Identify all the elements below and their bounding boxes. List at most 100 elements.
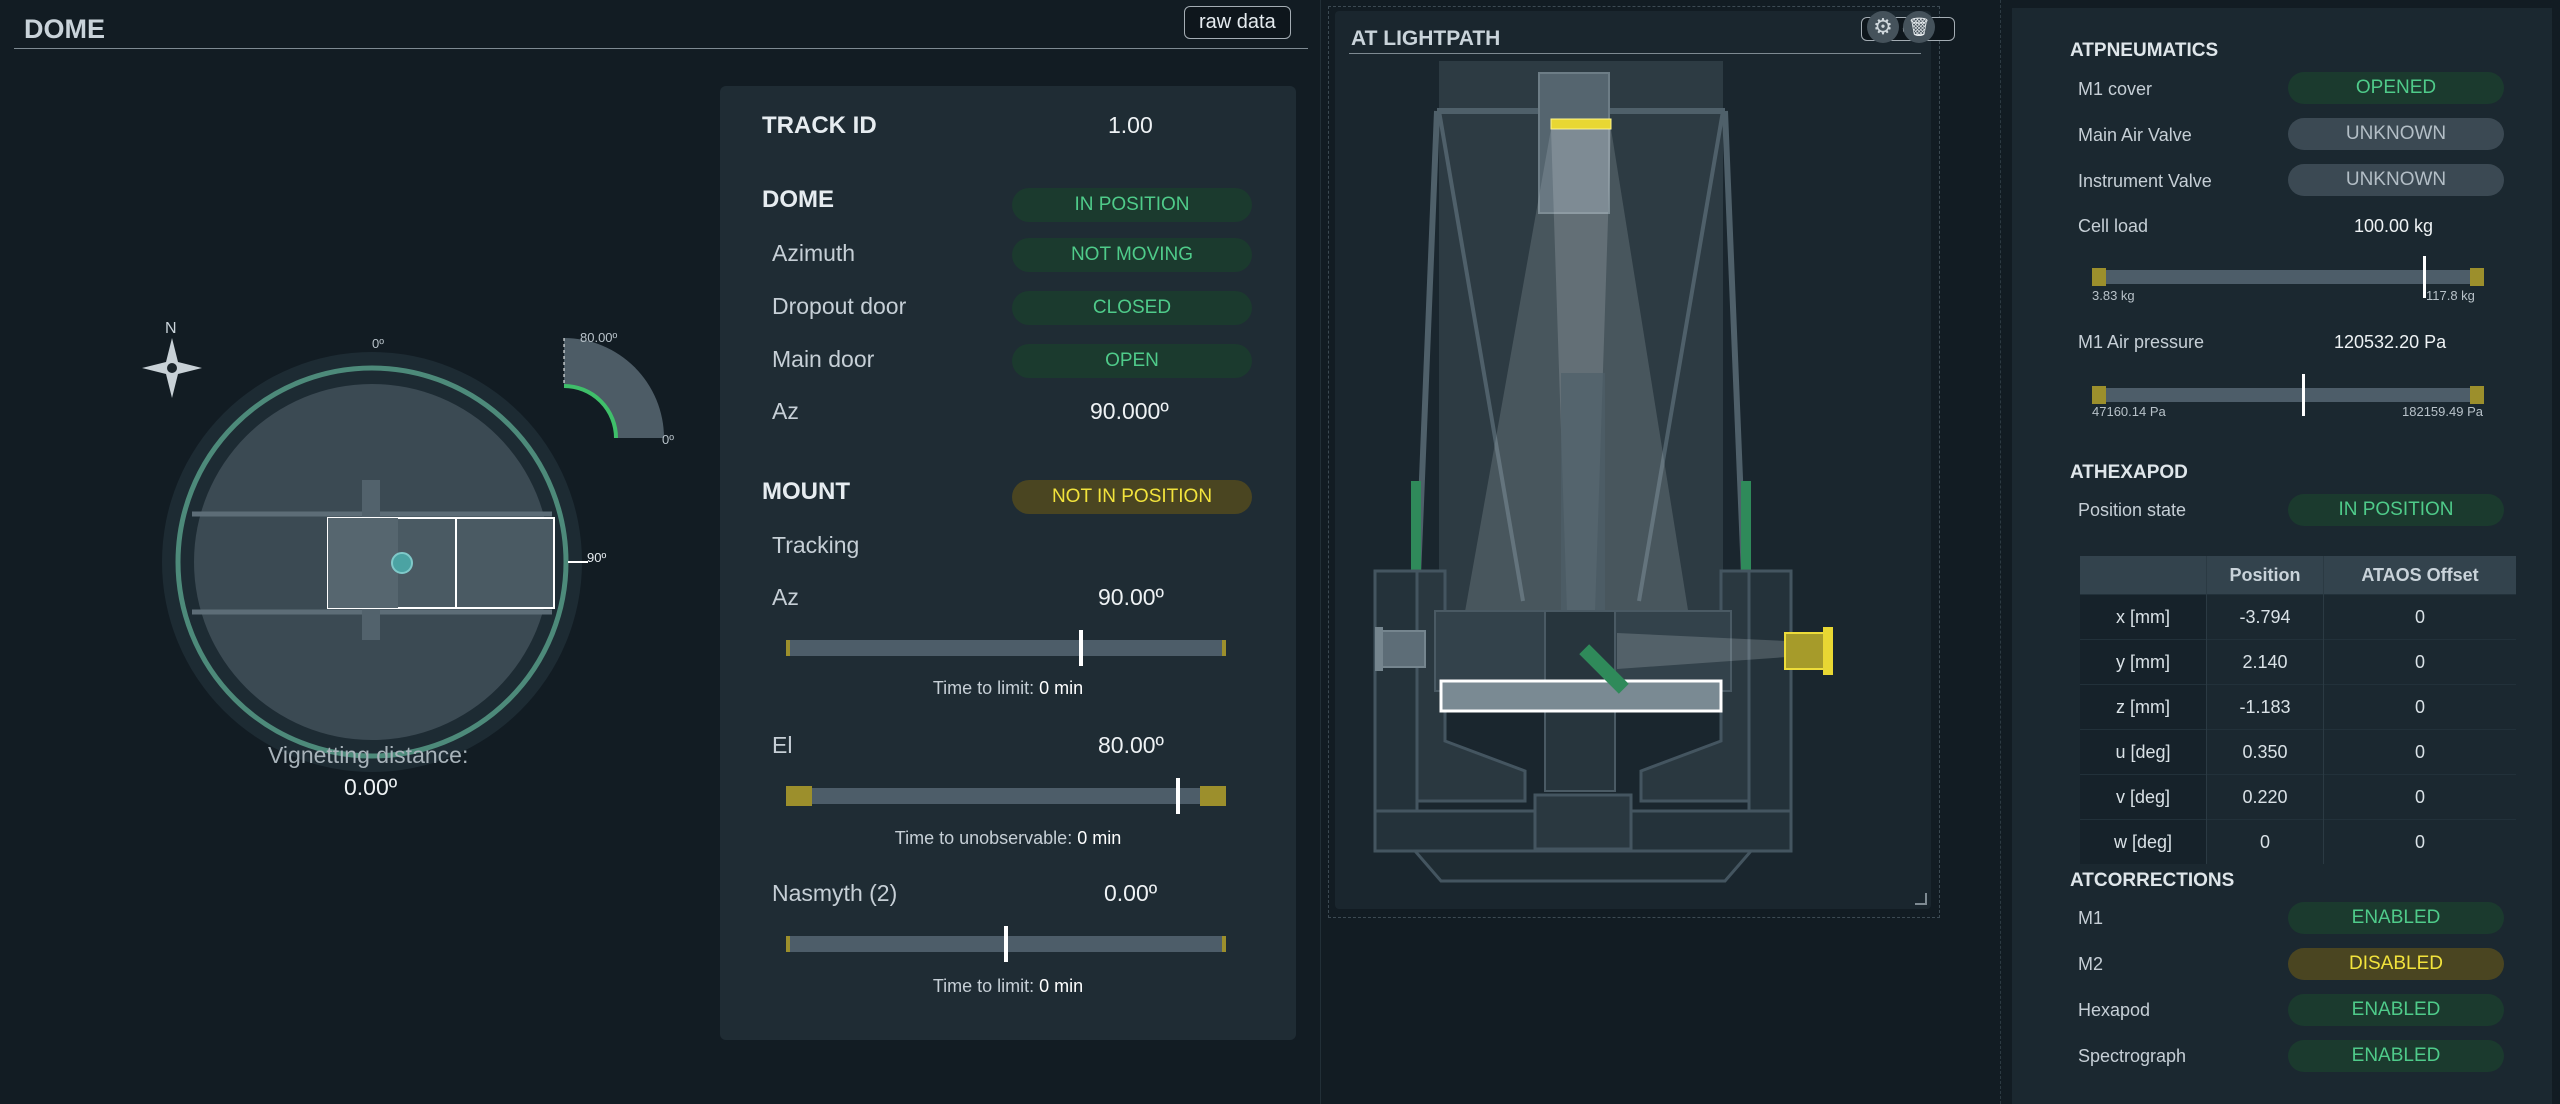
table-cell: 0 — [2323, 639, 2516, 685]
correction-m2-badge: DISABLED — [2288, 948, 2504, 980]
vignetting-label: Vignetting distance: — [268, 742, 469, 768]
table-cell: v [deg] — [2080, 774, 2207, 820]
table-cell: -3.794 — [2206, 594, 2324, 640]
dome-heading: DOME — [762, 186, 834, 213]
nasmyth-label: Nasmyth (2) — [772, 880, 898, 906]
table-header-cell: Position — [2206, 556, 2324, 595]
dome-raw-data-button[interactable]: raw data — [1184, 6, 1291, 39]
table-row: x [mm] -3.794 0 — [2080, 594, 2516, 640]
hexapod-table: Position ATAOS Offset x [mm] -3.794 0 y … — [2080, 556, 2516, 864]
instrument-valve-label: Instrument Valve — [2078, 171, 2212, 191]
dome-az-value: 90.000º — [1090, 398, 1169, 424]
table-cell: u [deg] — [2080, 729, 2207, 775]
table-row: w [deg] 0 0 — [2080, 819, 2516, 864]
correction-spectrograph-badge: ENABLED — [2288, 1040, 2504, 1072]
table-cell: -1.183 — [2206, 684, 2324, 730]
el-time-value: 0 min — [1077, 828, 1122, 848]
mount-az-time-value: 0 min — [1039, 678, 1084, 698]
nasmyth-time-value: 0 min — [1039, 976, 1084, 996]
cell-load-bar — [2092, 256, 2484, 298]
dome-tick-90: 90º — [587, 550, 607, 565]
el-bar-max-cap — [1200, 786, 1226, 806]
mount-az-bar-max-cap — [1222, 640, 1226, 656]
table-cell: y [mm] — [2080, 639, 2207, 685]
track-id-label: TRACK ID — [762, 112, 877, 139]
gear-icon[interactable]: ⚙ — [1867, 11, 1899, 43]
dome-title-underline — [14, 48, 1308, 49]
correction-m1-badge: ENABLED — [2288, 902, 2504, 934]
instrument-valve-badge: UNKNOWN — [2288, 164, 2504, 196]
cell-load-label: Cell load — [2078, 216, 2149, 236]
hexapod-heading: ATHEXAPOD — [2070, 462, 2188, 483]
m1-pressure-max: 182159.49 Pa — [2402, 404, 2483, 419]
cell-load-value: 100.00 kg — [2354, 216, 2434, 236]
resize-handle-icon[interactable] — [1915, 893, 1927, 905]
track-id-value: 1.00 — [1108, 112, 1153, 138]
el-time-row: Time to unobservable: 0 min — [720, 828, 1296, 849]
el-limit-bar — [786, 778, 1226, 814]
el-label: El — [772, 732, 793, 758]
el-value: 80.00º — [1098, 732, 1164, 758]
cell-load-max-cap — [2470, 268, 2484, 286]
main-door-label: Main door — [772, 346, 875, 372]
mount-az-bar-min-cap — [786, 640, 790, 656]
table-row: v [deg] 0.220 0 — [2080, 774, 2516, 820]
mount-az-value: 90.00º — [1098, 584, 1164, 610]
dome-azimuth-dial — [162, 338, 664, 772]
status-card: TRACK ID 1.00 DOME IN POSITION Azimuth N… — [720, 86, 1296, 1040]
telescope-lightpath-diagram — [1373, 61, 1833, 883]
mount-az-label: Az — [772, 584, 799, 610]
mount-az-time-label: Time to limit: — [932, 678, 1035, 698]
elevation-tick-80: 80.00º — [580, 330, 618, 345]
table-cell: 0 — [2323, 729, 2516, 775]
nasmyth-bar-min-cap — [786, 936, 790, 952]
table-cell: 0.220 — [2206, 774, 2324, 820]
trash-icon[interactable]: 🗑 — [1903, 11, 1935, 43]
corrections-heading: ATCORRECTIONS — [2070, 870, 2235, 891]
right-panel: ATPNEUMATICS M1 cover OPENED Main Air Va… — [2012, 8, 2552, 1104]
panel-divider-right — [2000, 0, 2002, 1104]
mount-az-marker — [1078, 630, 1083, 666]
table-cell: 0.350 — [2206, 729, 2324, 775]
dropout-door-label: Dropout door — [772, 293, 907, 319]
main-air-valve-badge: UNKNOWN — [2288, 118, 2504, 150]
azimuth-label: Azimuth — [772, 240, 856, 266]
correction-spectrograph-label: Spectrograph — [2078, 1046, 2187, 1066]
cell-load-min: 3.83 kg — [2092, 288, 2135, 303]
m1-pressure-max-cap — [2470, 386, 2484, 404]
m1-cover-badge: OPENED — [2288, 72, 2504, 104]
m1-air-pressure-value: 120532.20 Pa — [2334, 332, 2447, 352]
table-cell: 0 — [2323, 684, 2516, 730]
table-cell: 0 — [2323, 819, 2516, 864]
mount-heading: MOUNT — [762, 478, 850, 505]
m1-air-pressure-label: M1 Air pressure — [2078, 332, 2205, 352]
tracking-label: Tracking — [772, 532, 860, 558]
position-state-label: Position state — [2078, 500, 2187, 520]
position-state-badge: IN POSITION — [2288, 494, 2504, 526]
table-header-row: Position ATAOS Offset — [2080, 556, 2516, 595]
mount-state-badge: NOT IN POSITION — [1012, 480, 1252, 514]
dome-az-label: Az — [772, 398, 799, 424]
table-cell: x [mm] — [2080, 594, 2207, 640]
nasmyth-time-row: Time to limit: 0 min — [720, 976, 1296, 997]
nasmyth-time-label: Time to limit: — [932, 976, 1035, 996]
dome-panel-title: DOME — [24, 14, 105, 44]
lightpath-inner: AT LIGHTPATH raw data ⚙ 🗑 — [1335, 11, 1955, 909]
table-row: y [mm] 2.140 0 — [2080, 639, 2516, 685]
mount-az-limit-bar — [786, 630, 1226, 666]
mount-az-time-row: Time to limit: 0 min — [720, 678, 1296, 699]
m1-pressure-marker — [2301, 374, 2305, 416]
azimuth-state-badge: NOT MOVING — [1012, 238, 1252, 272]
table-cell: w [deg] — [2080, 819, 2207, 864]
m1-cover-label: M1 cover — [2078, 79, 2153, 99]
vignetting-value: 0.00º — [344, 774, 398, 800]
table-cell: 0 — [2323, 594, 2516, 640]
panel-divider — [1320, 0, 1321, 1104]
lightpath-panel: AT LIGHTPATH raw data ⚙ 🗑 — [1328, 6, 1955, 918]
pneumatics-heading: ATPNEUMATICS — [2070, 40, 2219, 61]
correction-m2-label: M2 — [2078, 954, 2104, 974]
dome-panel: DOME raw data N 0º 90º 80.00º 0º Vignett… — [0, 0, 1320, 1104]
elevation-tick-0: 0º — [662, 432, 674, 447]
dome-tick-0: 0º — [372, 336, 384, 351]
dome-state-badge: IN POSITION — [1012, 188, 1252, 222]
